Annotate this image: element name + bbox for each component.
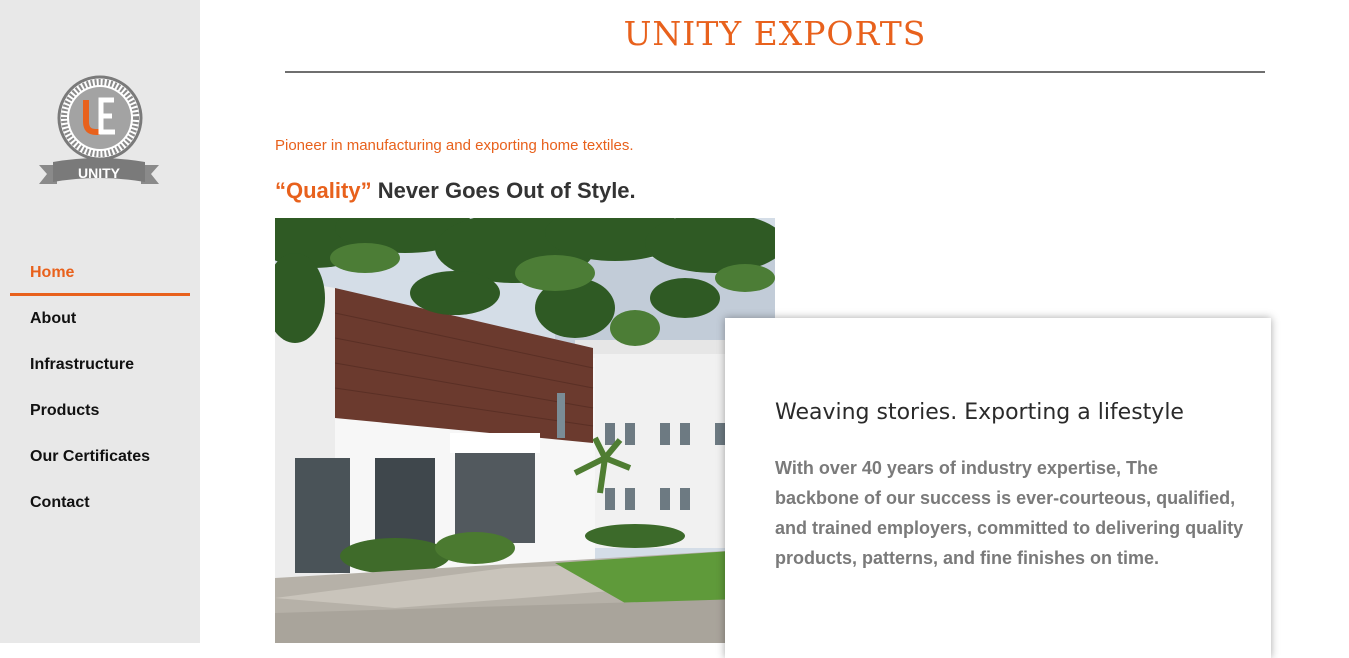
- nav-item-contact[interactable]: Contact: [10, 480, 190, 526]
- unity-logo[interactable]: UNITY: [37, 74, 161, 188]
- logo-ribbon-text: UNITY: [78, 165, 121, 181]
- nav-item-about[interactable]: About: [10, 296, 190, 342]
- site-title: UNITY EXPORTS: [623, 14, 927, 53]
- building-photo: [275, 218, 775, 643]
- title-divider: [285, 71, 1265, 73]
- info-card: Weaving stories. Exporting a lifestyle W…: [725, 318, 1271, 658]
- nav-item-home[interactable]: Home: [10, 250, 190, 296]
- sidebar: UNITY Home About Infrastructure Products…: [0, 0, 200, 643]
- card-text: With over 40 years of industry expertise…: [775, 458, 1244, 568]
- logo-emblem-icon: UNITY: [39, 75, 159, 184]
- headline-accent: “Quality”: [275, 178, 372, 203]
- tagline: Pioneer in manufacturing and exporting h…: [275, 137, 634, 154]
- nav-item-infrastructure[interactable]: Infrastructure: [10, 342, 190, 388]
- main-nav: Home About Infrastructure Products Our C…: [10, 250, 190, 526]
- headline-rest: Never Goes Out of Style.: [371, 178, 636, 203]
- headline: “Quality” Never Goes Out of Style.: [275, 178, 636, 204]
- nav-item-products[interactable]: Products: [10, 388, 190, 434]
- card-title: Weaving stories. Exporting a lifestyle: [775, 400, 1184, 425]
- nav-item-our-certificates[interactable]: Our Certificates: [10, 434, 190, 480]
